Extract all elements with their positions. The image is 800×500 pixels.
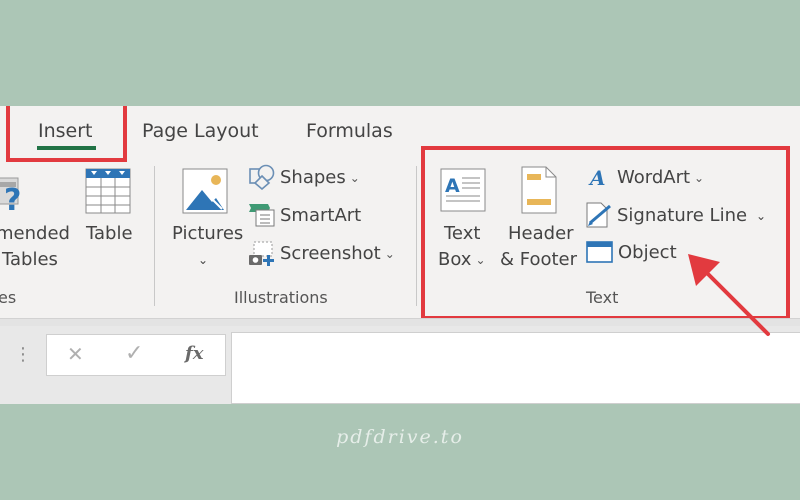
recommended-pivottables-label-line2[interactable]: Tables <box>2 248 58 272</box>
group-divider <box>154 166 155 306</box>
screenshot-chevron-icon: ⌄ <box>384 247 395 261</box>
watermark: pdfdrive.to <box>336 426 464 448</box>
illustrations-group-label: Illustrations <box>234 288 328 307</box>
enter-icon[interactable]: ✓ <box>125 341 143 366</box>
tables-group-label: es <box>0 288 17 307</box>
smartart-icon <box>248 202 276 232</box>
insert-function-icon[interactable]: fx <box>185 343 203 364</box>
annotation-arrow <box>688 254 770 336</box>
screenshot-button[interactable]: Screenshot ⌄ <box>280 242 395 266</box>
pictures-chevron-icon[interactable]: ⌄ <box>198 248 208 272</box>
recommended-pivottables-label-line1[interactable]: mended <box>0 222 70 246</box>
formula-bar-grip-icon[interactable]: ⋮ <box>14 344 32 365</box>
table-icon[interactable] <box>85 168 131 218</box>
screenshot-label: Screenshot <box>280 243 381 264</box>
screenshot-icon <box>248 240 276 272</box>
excel-ribbon-screenshot: Insert Page Layout Formulas ? mended Tab… <box>0 106 800 404</box>
formula-buttons-box: ✕ ✓ fx <box>46 334 226 376</box>
shapes-button[interactable]: Shapes ⌄ <box>280 166 360 190</box>
group-divider <box>416 166 417 306</box>
recommended-pivottables-icon: ? <box>0 172 26 222</box>
shapes-chevron-icon: ⌄ <box>349 171 360 185</box>
tab-page-layout[interactable]: Page Layout <box>142 120 259 142</box>
insert-tab-highlight <box>6 106 127 162</box>
table-button-label[interactable]: Table <box>86 222 133 246</box>
smartart-button[interactable]: SmartArt <box>280 204 361 228</box>
pictures-button-label[interactable]: Pictures <box>172 222 243 246</box>
shapes-label: Shapes <box>280 167 346 188</box>
pictures-icon[interactable] <box>182 168 228 218</box>
tab-formulas[interactable]: Formulas <box>306 120 393 142</box>
svg-text:?: ? <box>4 183 21 218</box>
cancel-icon[interactable]: ✕ <box>67 342 84 366</box>
shapes-icon <box>249 164 277 194</box>
